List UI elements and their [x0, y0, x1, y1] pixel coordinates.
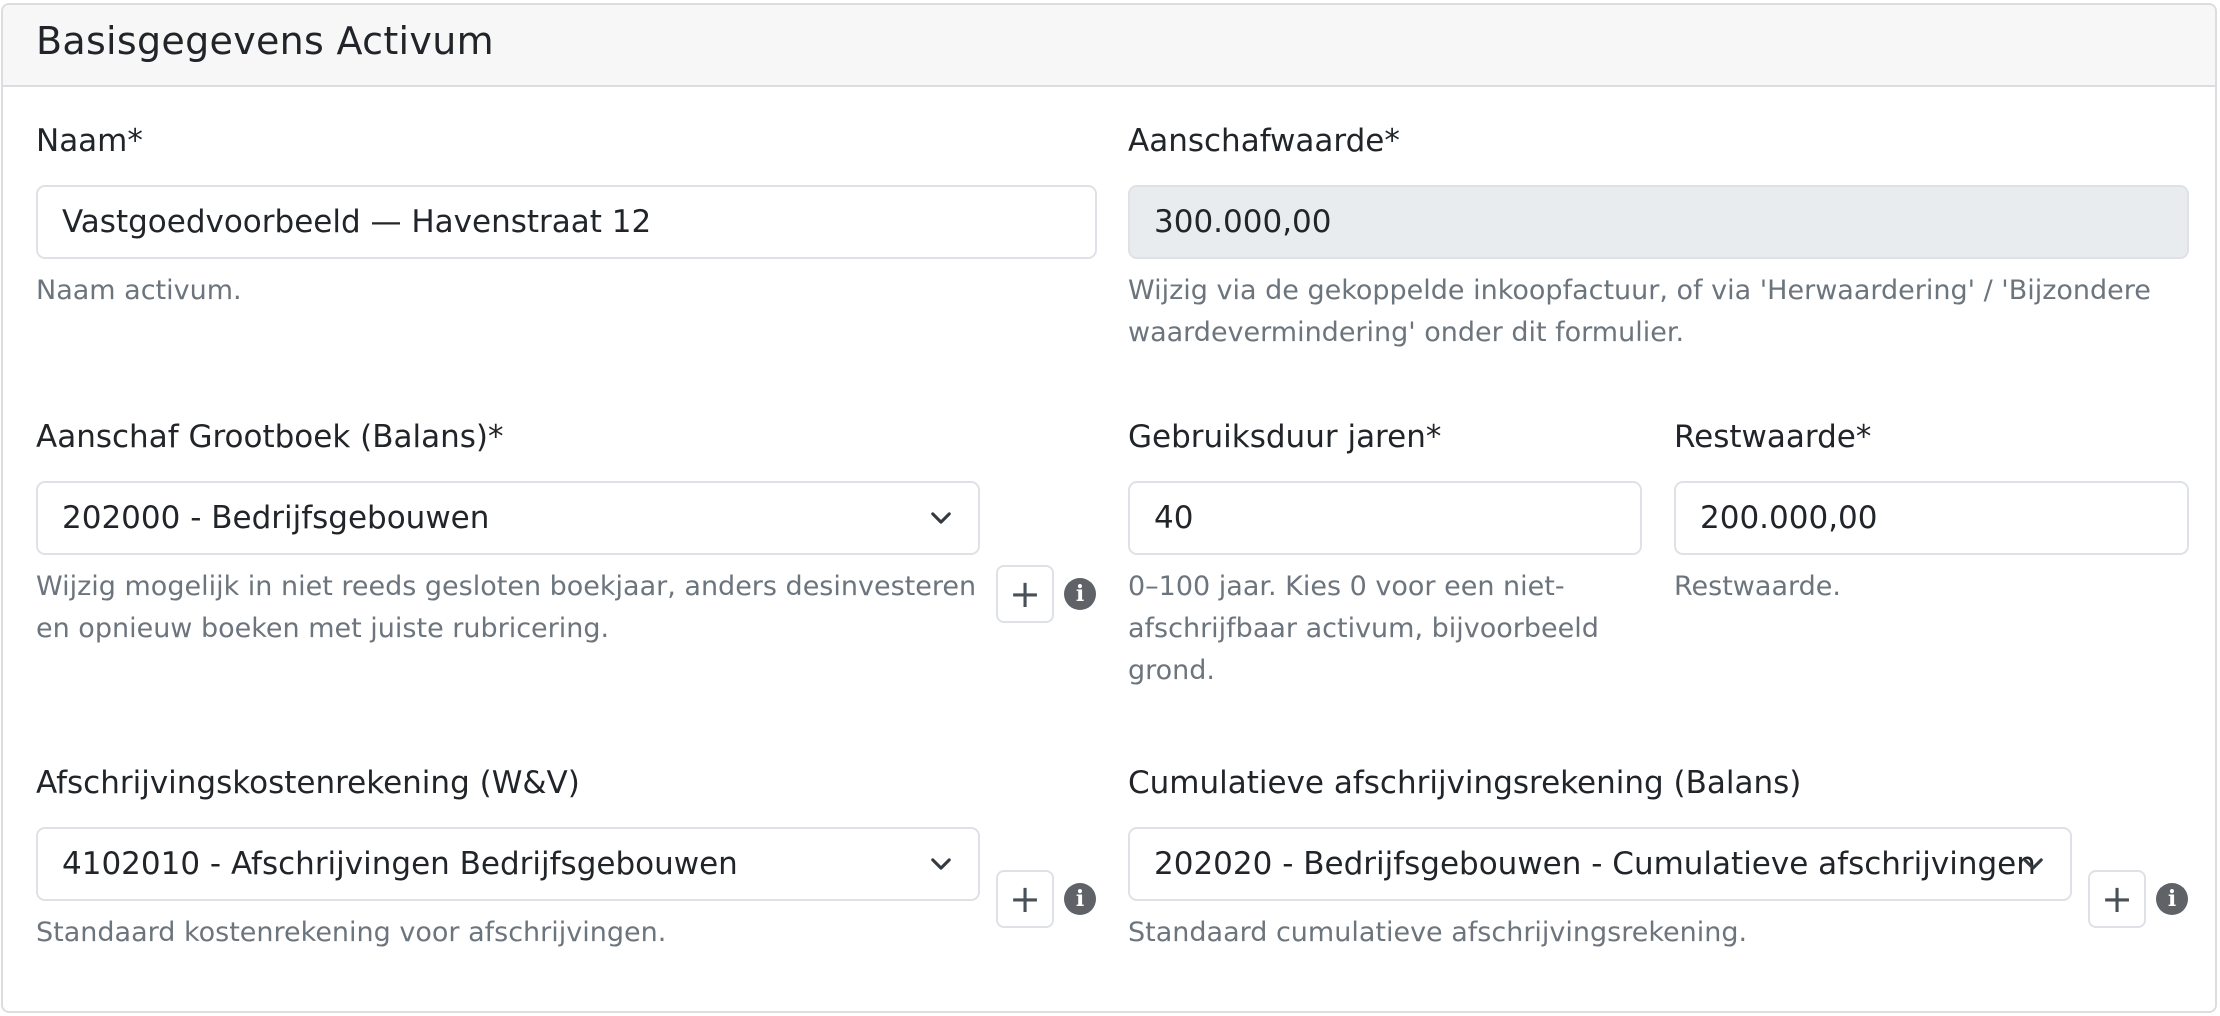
- plus-icon: +: [1009, 572, 1041, 616]
- aanschafwaarde-input: [1128, 185, 2189, 259]
- info-icon[interactable]: i: [1064, 578, 1096, 610]
- info-icon-glyph: i: [1075, 886, 1085, 912]
- restwaarde-help: Restwaarde.: [1674, 571, 1841, 602]
- cumulatieve-afschrijving-label: Cumulatieve afschrijvingsrekening (Balan…: [1128, 765, 1802, 801]
- naam-label: Naam*: [36, 123, 143, 159]
- cumulatieve-afschrijving-select[interactable]: 202020 - Bedrijfsgebouwen - Cumulatieve …: [1128, 827, 2072, 901]
- afschrijvingskosten-value: 4102010 - Afschrijvingen Bedrijfsgebouwe…: [62, 846, 738, 882]
- aanschaf-grootboek-value: 202000 - Bedrijfsgebouwen: [62, 500, 490, 536]
- restwaarde-input[interactable]: [1674, 481, 2189, 555]
- plus-icon: +: [2101, 877, 2133, 921]
- plus-icon: +: [1009, 877, 1041, 921]
- card-header: Basisgegevens Activum: [3, 5, 2215, 87]
- basisgegevens-card: Basisgegevens Activum Naam* Naam activum…: [1, 3, 2217, 1013]
- aanschaf-grootboek-help: Wijzig mogelijk in niet reeds gesloten b…: [36, 571, 977, 644]
- add-afschrijvingskosten-button[interactable]: +: [996, 870, 1054, 928]
- info-icon-glyph: i: [2167, 886, 2177, 912]
- chevron-down-icon: [931, 858, 951, 870]
- aanschafwaarde-label: Aanschafwaarde*: [1128, 123, 1400, 159]
- chevron-down-icon: [2023, 858, 2043, 870]
- aanschaf-grootboek-select[interactable]: 202000 - Bedrijfsgebouwen: [36, 481, 980, 555]
- naam-help: Naam activum.: [36, 275, 242, 306]
- gebruiksduur-help: 0–100 jaar. Kies 0 voor een niet-afschri…: [1128, 571, 1599, 686]
- gebruiksduur-input[interactable]: [1128, 481, 1642, 555]
- restwaarde-label: Restwaarde*: [1674, 419, 1872, 455]
- afschrijvingskosten-select[interactable]: 4102010 - Afschrijvingen Bedrijfsgebouwe…: [36, 827, 980, 901]
- add-grootboek-button[interactable]: +: [996, 565, 1054, 623]
- card-title: Basisgegevens Activum: [36, 19, 494, 63]
- info-icon[interactable]: i: [2156, 883, 2188, 915]
- info-icon-glyph: i: [1075, 581, 1085, 607]
- gebruiksduur-label: Gebruiksduur jaren*: [1128, 419, 1442, 455]
- chevron-down-icon: [931, 512, 951, 524]
- afschrijvingskosten-help: Standaard kostenrekening voor afschrijvi…: [36, 917, 667, 948]
- info-icon[interactable]: i: [1064, 883, 1096, 915]
- afschrijvingskosten-label: Afschrijvingskostenrekening (W&V): [36, 765, 580, 801]
- naam-input[interactable]: [36, 185, 1097, 259]
- aanschafwaarde-help: Wijzig via de gekoppelde inkoopfactuur, …: [1128, 275, 2151, 348]
- add-cumulatieve-afschrijving-button[interactable]: +: [2088, 870, 2146, 928]
- cumulatieve-afschrijving-help: Standaard cumulatieve afschrijvingsreken…: [1128, 917, 1748, 948]
- cumulatieve-afschrijving-value: 202020 - Bedrijfsgebouwen - Cumulatieve …: [1154, 846, 2036, 882]
- aanschaf-grootboek-label: Aanschaf Grootboek (Balans)*: [36, 419, 504, 455]
